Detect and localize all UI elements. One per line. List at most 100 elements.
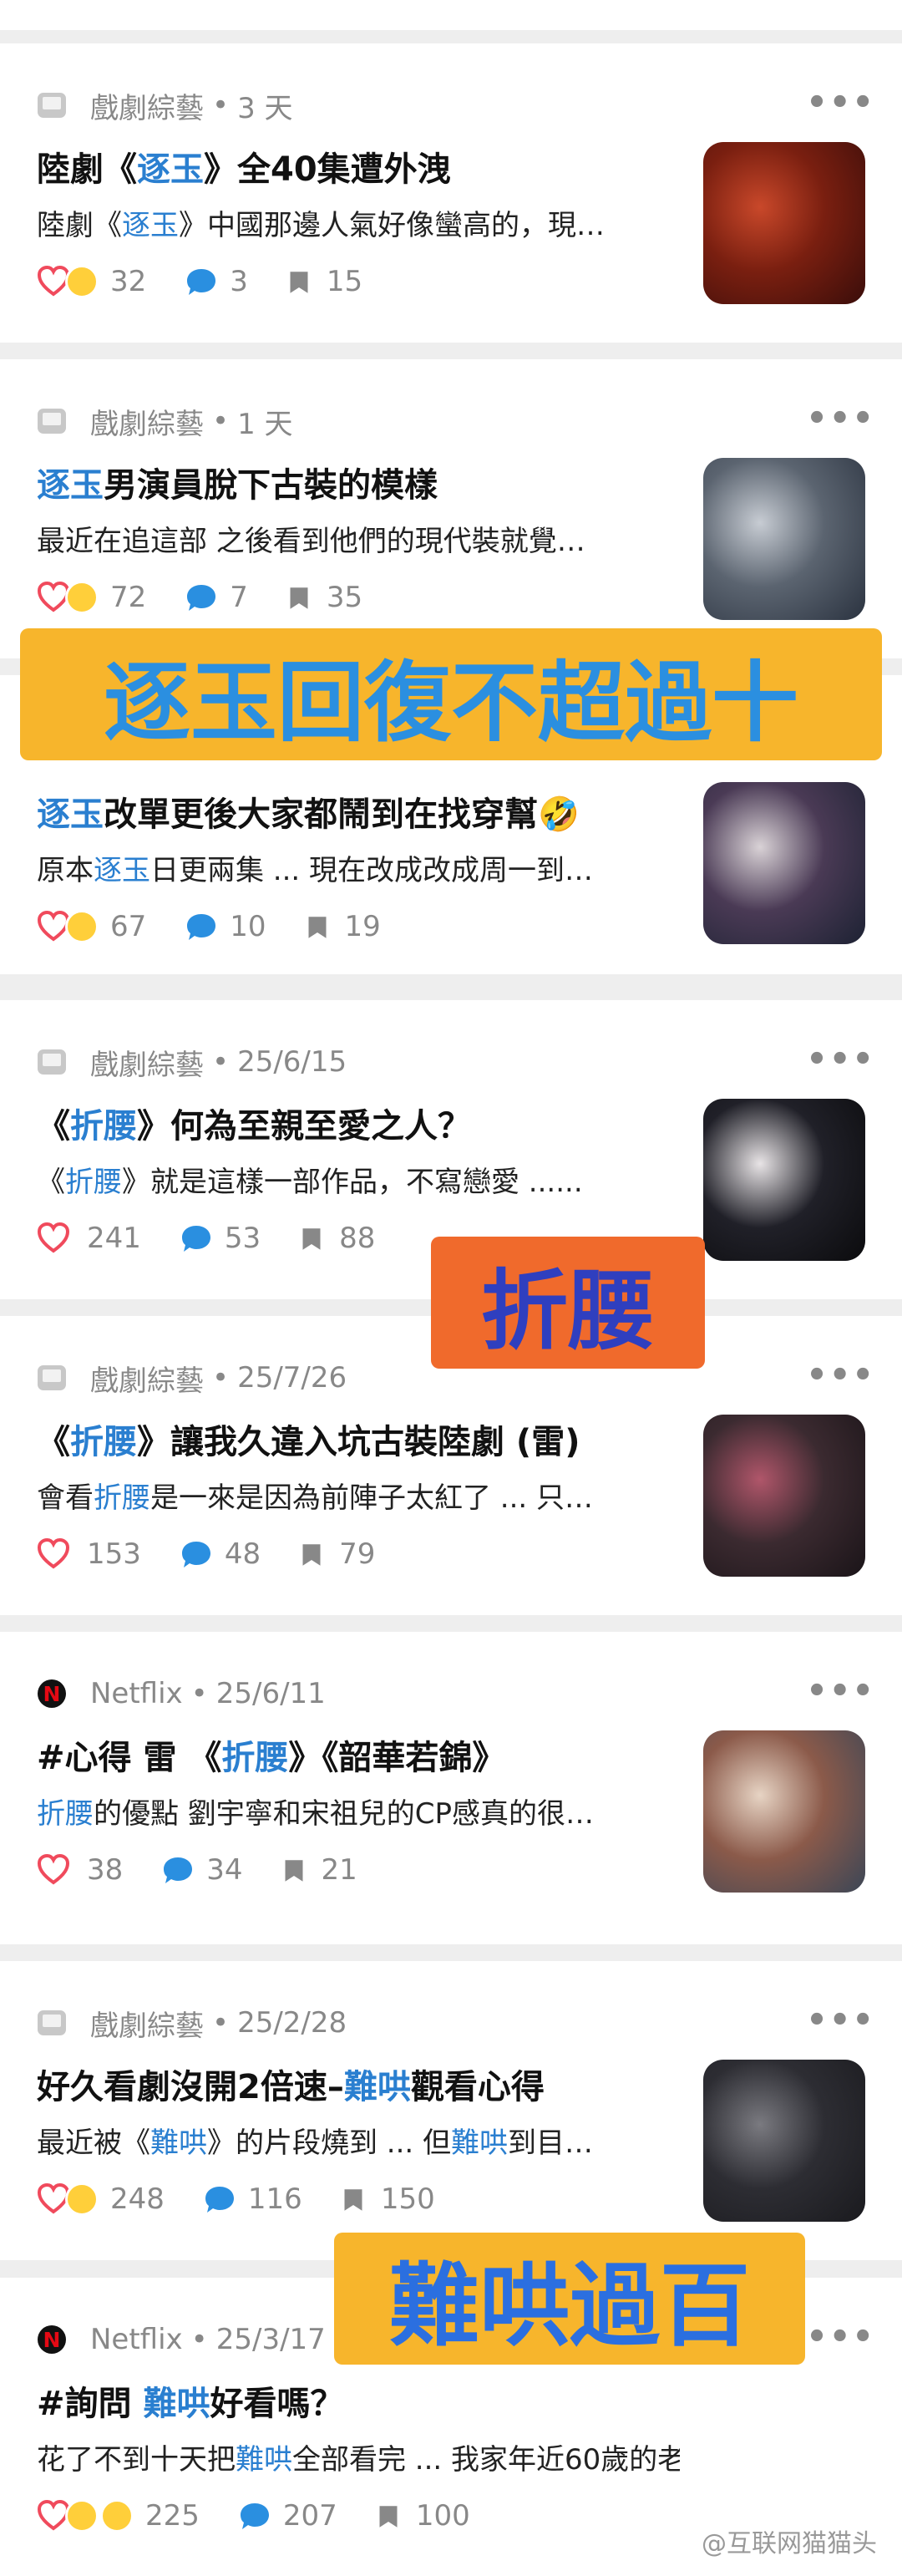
- save-stat[interactable]: 15: [286, 265, 362, 298]
- post-stats: 72 7 35: [37, 577, 401, 618]
- highlight-keyword[interactable]: 折腰: [70, 1107, 137, 1146]
- post-thumbnail[interactable]: [703, 2060, 865, 2222]
- comment-stat[interactable]: 10: [185, 910, 266, 943]
- highlight-keyword[interactable]: 折腰: [70, 1423, 137, 1461]
- text-segment: 是一來是因為前陣子太紅了 ... 只…: [150, 1481, 594, 1515]
- save-stat[interactable]: 21: [281, 1853, 357, 1887]
- post-time: 25/2/28: [237, 2006, 347, 2040]
- post-title[interactable]: #詢問 難哄好看嗎？: [37, 2376, 680, 2425]
- like-stat[interactable]: 225: [37, 2499, 200, 2533]
- like-stat[interactable]: 72: [37, 581, 146, 614]
- more-options-icon[interactable]: •••: [806, 1356, 875, 1395]
- post-title[interactable]: 逐玉男演員脫下古裝的模樣: [37, 458, 680, 506]
- post-time: 3 天: [237, 91, 293, 125]
- post-title[interactable]: #心得 雷 《折腰》《韶華若錦》: [37, 1730, 680, 1779]
- highlight-keyword[interactable]: 難哄: [143, 2385, 210, 2423]
- save-stat[interactable]: 19: [305, 910, 381, 943]
- text-segment: 《: [37, 1423, 70, 1461]
- post-title[interactable]: 陸劇《逐玉》全40集遭外洩: [37, 142, 680, 191]
- more-options-icon[interactable]: •••: [806, 399, 875, 438]
- sweat-emoji: [65, 265, 99, 298]
- text-segment: 》全40集遭外洩: [204, 150, 451, 189]
- save-stat[interactable]: 79: [299, 1537, 375, 1571]
- save-stat[interactable]: 150: [341, 2182, 435, 2216]
- post-card[interactable]: 戲劇綜藝 • 25/2/28 ••• 好久看劇沒開2倍速–難哄觀看心得 最近被《難哄》的片…: [0, 1961, 902, 2260]
- source-name[interactable]: 戲劇綜藝: [90, 85, 204, 126]
- post-card[interactable]: 戲劇綜藝 • 1 天 ••• 逐玉男演員脫下古裝的模樣 最近在追這部 之後看到他們的現代裝…: [0, 359, 902, 658]
- save-stat[interactable]: 35: [286, 581, 362, 614]
- highlight-keyword[interactable]: 難哄: [150, 2126, 207, 2160]
- source-name[interactable]: 戲劇綜藝: [90, 1042, 204, 1083]
- like-stat[interactable]: 38: [37, 1853, 123, 1887]
- like-stat[interactable]: 67: [37, 910, 146, 943]
- comment-stat[interactable]: 3: [185, 265, 248, 298]
- comment-stat[interactable]: 34: [161, 1853, 243, 1887]
- post-snippet: 陸劇《逐玉》中國那邊人氣好像蠻高的，現…: [37, 202, 680, 243]
- post-time: 25/7/26: [237, 1361, 347, 1395]
- more-options-icon[interactable]: •••: [806, 2318, 875, 2356]
- comment-stat[interactable]: 207: [238, 2499, 337, 2533]
- highlight-keyword[interactable]: 折腰: [221, 1739, 288, 1777]
- post-title[interactable]: 《折腰》何為至親至愛之人？: [37, 1099, 680, 1147]
- like-stat[interactable]: 32: [37, 265, 146, 298]
- text-segment: 觀看心得: [410, 2068, 545, 2106]
- post-thumbnail[interactable]: [703, 142, 865, 304]
- highlight-keyword[interactable]: 難哄: [236, 2443, 292, 2477]
- text-segment: 原本: [37, 854, 94, 887]
- laughing-emoji: [65, 2499, 99, 2533]
- like-stat[interactable]: 153: [37, 1537, 141, 1571]
- heart-icon: [37, 1222, 70, 1255]
- source-name[interactable]: Netflix: [90, 2323, 183, 2356]
- post-thumbnail[interactable]: [703, 1099, 865, 1261]
- highlight-keyword[interactable]: 逐玉: [137, 150, 204, 189]
- separator-dot: •: [212, 404, 230, 438]
- comment-stat[interactable]: 53: [180, 1222, 261, 1255]
- tv-icon: [37, 1363, 67, 1393]
- post-card[interactable]: N Netflix • 25/6/11 ••• #心得 雷 《折腰》《韶華若錦》 折腰的優點…: [0, 1632, 902, 1944]
- post-thumbnail[interactable]: [703, 1415, 865, 1577]
- save-stat[interactable]: 100: [376, 2499, 470, 2533]
- highlight-keyword[interactable]: 逐玉: [94, 854, 150, 887]
- comment-stat[interactable]: 48: [180, 1537, 261, 1571]
- netflix-icon: N: [37, 2324, 67, 2355]
- save-count: 21: [321, 1853, 357, 1887]
- like-stat[interactable]: 248: [37, 2182, 165, 2216]
- bookmark-icon: [286, 266, 312, 297]
- source-name[interactable]: Netflix: [90, 1677, 183, 1710]
- post-title[interactable]: 逐玉改單更後大家都鬧到在找穿幫🤣: [37, 787, 680, 836]
- post-thumbnail[interactable]: [703, 1730, 865, 1893]
- post-snippet: 最近在追這部 之後看到他們的現代裝就覺…: [37, 518, 680, 559]
- post-thumbnail[interactable]: [703, 458, 865, 620]
- comment-stat[interactable]: 7: [185, 581, 248, 614]
- post-stats: 241 53 88: [37, 1217, 413, 1259]
- more-options-icon[interactable]: •••: [806, 2001, 875, 2040]
- like-stat[interactable]: 241: [37, 1222, 141, 1255]
- comment-count: 34: [206, 1853, 243, 1887]
- post-title[interactable]: 好久看劇沒開2倍速–難哄觀看心得: [37, 2060, 680, 2108]
- post-title[interactable]: 《折腰》讓我久違入坑古裝陸劇 (雷): [37, 1415, 680, 1463]
- more-options-icon[interactable]: •••: [806, 1040, 875, 1079]
- highlight-keyword[interactable]: 難哄: [344, 2068, 411, 2106]
- source-name[interactable]: 戲劇綜藝: [90, 1358, 204, 1399]
- post-thumbnail[interactable]: [703, 782, 865, 944]
- text-segment: 《: [37, 1166, 65, 1199]
- bookmark-icon: [299, 1538, 324, 1570]
- highlight-keyword[interactable]: 逐玉: [122, 209, 179, 242]
- highlight-keyword[interactable]: 折腰: [94, 1481, 150, 1515]
- highlight-keyword[interactable]: 逐玉: [37, 795, 104, 834]
- tv-icon: [37, 90, 67, 120]
- highlight-keyword[interactable]: 折腰: [37, 1797, 94, 1831]
- tv-icon: [37, 1047, 67, 1077]
- highlight-keyword[interactable]: 折腰: [65, 1166, 122, 1199]
- more-options-icon[interactable]: •••: [806, 1672, 875, 1710]
- text-segment: 日更兩集 ... 現在改成改成周一到…: [150, 854, 594, 887]
- highlight-keyword[interactable]: 難哄: [451, 2126, 508, 2160]
- source-name[interactable]: 戲劇綜藝: [90, 2003, 204, 2044]
- save-stat[interactable]: 88: [299, 1222, 375, 1255]
- source-name[interactable]: 戲劇綜藝: [90, 401, 204, 442]
- comment-stat[interactable]: 116: [203, 2182, 302, 2216]
- highlight-keyword[interactable]: 逐玉: [37, 466, 104, 505]
- text-segment: 到目…: [508, 2126, 594, 2160]
- more-options-icon[interactable]: •••: [806, 84, 875, 122]
- post-card[interactable]: 戲劇綜藝 • 3 天 ••• 陸劇《逐玉》全40集遭外洩 陸劇《逐玉》中國那邊人氣好像蠻高…: [0, 43, 902, 343]
